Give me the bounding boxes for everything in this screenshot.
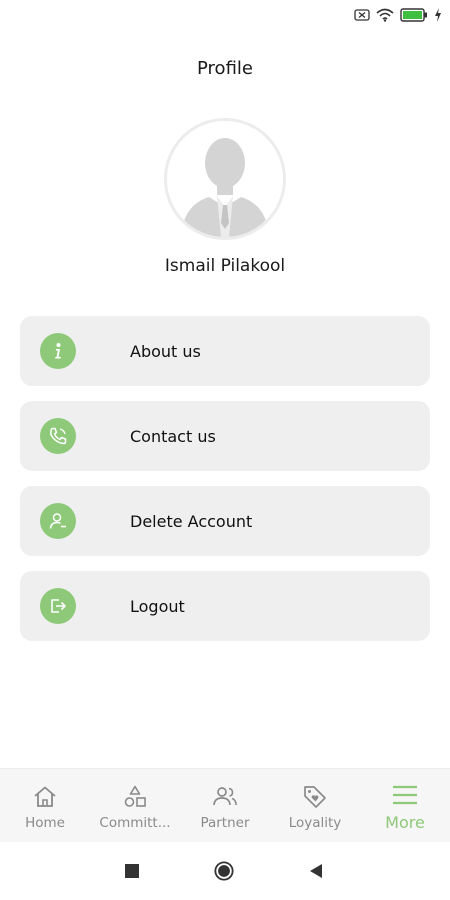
nav-item-more[interactable]: More (360, 769, 450, 842)
nav-item-partner[interactable]: Partner (180, 769, 270, 842)
delete-account-label: Delete Account (130, 511, 253, 531)
system-navigation-bar (0, 842, 450, 900)
bottom-navigation: Home Committ... Partner Loyality More (0, 768, 450, 842)
nav-label-partner: Partner (200, 814, 250, 831)
info-icon (40, 333, 76, 369)
nav-label-committee: Committ... (99, 814, 171, 831)
phone-icon (40, 418, 76, 454)
profile-menu: About us Contact us Delete Account Logou… (20, 316, 430, 656)
shapes-icon (122, 783, 148, 811)
home-icon (32, 783, 58, 811)
tag-heart-icon (302, 783, 328, 811)
home-button-icon[interactable] (214, 861, 234, 881)
wifi-icon (376, 8, 394, 22)
status-icons (354, 8, 442, 22)
recent-apps-icon[interactable] (122, 861, 142, 881)
nav-item-loyality[interactable]: Loyality (270, 769, 360, 842)
user-remove-icon (40, 503, 76, 539)
nav-label-more: More (385, 813, 425, 832)
about-us-label: About us (130, 341, 201, 361)
contact-us-button[interactable]: Contact us (20, 401, 430, 471)
menu-icon (392, 781, 418, 809)
logout-icon (40, 588, 76, 624)
nav-label-loyality: Loyality (288, 814, 342, 831)
battery-icon (400, 8, 428, 22)
profile-name: Ismail Pilakool (164, 256, 286, 276)
about-us-button[interactable]: About us (20, 316, 430, 386)
people-icon (211, 783, 239, 811)
notification-muted-icon (354, 9, 370, 21)
page-title: Profile (197, 58, 253, 79)
back-button-icon[interactable] (306, 861, 326, 881)
logout-label: Logout (130, 596, 185, 616)
status-bar (0, 0, 450, 34)
contact-us-label: Contact us (130, 426, 216, 446)
delete-account-button[interactable]: Delete Account (20, 486, 430, 556)
charging-icon (434, 8, 442, 22)
user-silhouette-icon (167, 121, 283, 237)
avatar[interactable] (164, 118, 286, 240)
nav-item-home[interactable]: Home (0, 769, 90, 842)
logout-button[interactable]: Logout (20, 571, 430, 641)
nav-label-home: Home (25, 814, 65, 831)
nav-item-committee[interactable]: Committ... (90, 769, 180, 842)
